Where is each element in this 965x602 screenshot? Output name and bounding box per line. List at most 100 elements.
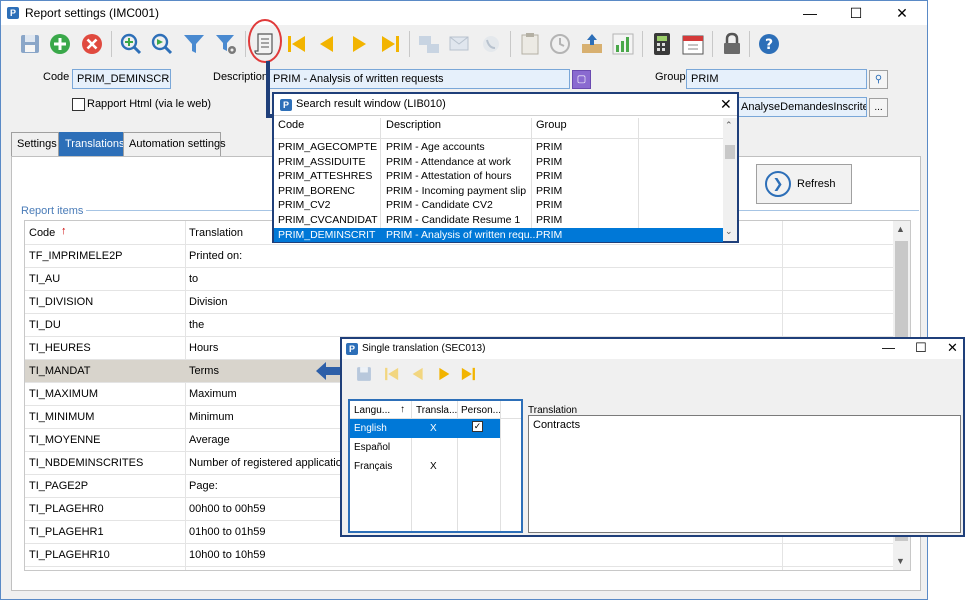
- maximize-button[interactable]: ☐: [915, 340, 927, 356]
- previous-record-icon: [412, 367, 423, 381]
- browse-button[interactable]: ...: [869, 98, 888, 117]
- last-record-icon[interactable]: [458, 364, 478, 384]
- search-window-close-icon[interactable]: ✕: [720, 96, 732, 113]
- rapport-html-checkbox[interactable]: [72, 98, 85, 111]
- table-row[interactable]: TI_DIVISION Division: [25, 291, 895, 314]
- close-button[interactable]: ✕: [947, 340, 958, 356]
- next-record-icon[interactable]: [346, 31, 372, 57]
- language-row[interactable]: Français X: [350, 457, 500, 476]
- result-code: PRIM_CV2: [278, 199, 331, 212]
- language-row[interactable]: English X ✓: [350, 419, 500, 438]
- save-icon[interactable]: [17, 31, 43, 57]
- table-row[interactable]: TF_IMPRIMELE2P Printed on:: [25, 245, 895, 268]
- add-icon[interactable]: [47, 31, 73, 57]
- scroll-up-icon[interactable]: ▲: [896, 224, 905, 234]
- row-language: Français: [354, 461, 393, 472]
- filter-settings-icon[interactable]: [213, 31, 239, 57]
- filter-icon[interactable]: [181, 31, 207, 57]
- search-column-group[interactable]: Group: [536, 119, 567, 139]
- calculator-icon[interactable]: [649, 31, 675, 57]
- lock-icon[interactable]: [719, 31, 745, 57]
- result-group: PRIM: [536, 141, 563, 153]
- search-result-row[interactable]: PRIM_DEMINSCRIT PRIM - Analysis of writte…: [274, 227, 723, 243]
- row-translation: Average: [189, 434, 230, 446]
- column-code-header[interactable]: Code: [29, 227, 55, 239]
- search-result-row[interactable]: PRIM_CVCANDIDAT PRIM - Candidate Resume 1…: [274, 213, 723, 228]
- translation-window-titlebar: P Single translation (SEC013) — ☐ ✕: [342, 339, 963, 359]
- previous-record-icon[interactable]: [314, 31, 340, 57]
- calendar-icon[interactable]: [680, 31, 706, 57]
- scroll-down-icon[interactable]: ⌄: [725, 226, 733, 237]
- search-column-description[interactable]: Description: [386, 119, 441, 139]
- report-file-field[interactable]: AnalyseDemandesInscrites.r: [736, 97, 867, 117]
- column-translation-header[interactable]: Translation: [189, 227, 243, 239]
- last-record-icon[interactable]: [377, 31, 403, 57]
- result-code: PRIM_AGECOMPTE: [278, 141, 378, 153]
- result-group: PRIM: [536, 199, 563, 212]
- search-scrollbar[interactable]: ⌃ ⌄: [723, 118, 737, 241]
- minimize-button[interactable]: —: [882, 340, 895, 355]
- refresh-label: Refresh: [797, 178, 836, 190]
- column-language-header[interactable]: Langu...: [354, 405, 390, 416]
- personalized-checkbox[interactable]: ✓: [472, 421, 483, 432]
- refresh-button[interactable]: ❯ Refresh: [756, 164, 852, 204]
- result-code: PRIM_BORENC: [278, 184, 356, 197]
- rapport-html-label: Rapport Html (via le web): [87, 98, 212, 110]
- row-code: TI_PLAGEHR0: [29, 503, 104, 515]
- row-translation: 01h00 to 01h59: [189, 526, 266, 538]
- result-group: PRIM: [536, 228, 563, 241]
- scroll-down-icon[interactable]: ▼: [896, 556, 905, 566]
- close-button[interactable]: ✕: [879, 1, 925, 25]
- search-result-row[interactable]: PRIM_BORENC PRIM - Incoming payment slip P…: [274, 184, 723, 199]
- next-record-icon[interactable]: [434, 364, 454, 384]
- first-record-icon[interactable]: [284, 31, 310, 57]
- search-column-code[interactable]: Code: [278, 119, 304, 139]
- search-result-row[interactable]: PRIM_ATTESHRES PRIM - Attestation of hour…: [274, 169, 723, 184]
- result-code: PRIM_DEMINSCRIT: [278, 228, 376, 241]
- chart-icon: [610, 31, 636, 57]
- clipboard-icon: [517, 31, 543, 57]
- column-personalized-header[interactable]: Person...: [461, 405, 501, 416]
- tab-automation-settings[interactable]: Automation settings: [123, 132, 226, 156]
- maximize-button[interactable]: ☐: [833, 1, 879, 25]
- language-row[interactable]: Español: [350, 438, 500, 457]
- search-result-row[interactable]: PRIM_CV2 PRIM - Candidate CV2 PRIM: [274, 198, 723, 213]
- app-icon: P: [280, 99, 292, 111]
- table-row[interactable]: TI_PLAGEHR10 10h00 to 10h59: [25, 544, 895, 567]
- result-group: PRIM: [536, 184, 563, 197]
- description-label: Description: [213, 71, 269, 83]
- scroll-up-icon[interactable]: ⌃: [725, 120, 733, 131]
- tab-settings[interactable]: Settings: [11, 132, 59, 156]
- result-description: PRIM - Incoming payment slip: [386, 184, 527, 197]
- scroll-thumb[interactable]: [725, 145, 735, 159]
- row-translation: 10h00 to 10h59: [189, 549, 266, 561]
- code-field[interactable]: PRIM_DEMINSCRIT: [72, 69, 171, 89]
- title-bar: P Report settings (IMC001) — ☐ ✕: [1, 1, 927, 25]
- row-code: TI_NBDEMINSCRITES: [29, 457, 144, 469]
- result-group: PRIM: [536, 155, 563, 168]
- table-row[interactable]: TI_DU the: [25, 314, 895, 337]
- row-code: TI_MANDAT: [29, 365, 91, 377]
- highlight-circle: [248, 19, 282, 63]
- translation-window-title: Single translation (SEC013): [362, 343, 486, 354]
- result-description: PRIM - Attendance at work: [386, 155, 511, 168]
- minimize-button[interactable]: —: [787, 1, 833, 25]
- search-result-row[interactable]: PRIM_AGECOMPTE PRIM - Age accounts PRIM: [274, 140, 723, 155]
- search-result-row[interactable]: PRIM_ASSIDUITE PRIM - Attendance at work P…: [274, 155, 723, 170]
- description-note-icon[interactable]: ▢: [572, 70, 591, 89]
- group-label: Group: [655, 71, 686, 83]
- group-field[interactable]: PRIM: [686, 69, 867, 89]
- row-code: TI_PLAGEHR10: [29, 549, 110, 561]
- search-icon[interactable]: [118, 31, 144, 57]
- table-row[interactable]: TI_AU to: [25, 268, 895, 291]
- description-field[interactable]: PRIM - Analysis of written requests: [268, 69, 570, 89]
- tab-translations[interactable]: Translations: [59, 132, 125, 156]
- group-search-icon[interactable]: ⚲: [869, 70, 888, 89]
- column-translated-header[interactable]: Transla...: [416, 405, 457, 416]
- window-title: Report settings (IMC001): [25, 6, 160, 20]
- result-group: PRIM: [536, 214, 563, 226]
- search-next-icon[interactable]: [149, 31, 175, 57]
- help-icon[interactable]: ?: [756, 31, 782, 57]
- delete-icon[interactable]: [79, 31, 105, 57]
- translation-textarea[interactable]: Contracts: [528, 415, 961, 533]
